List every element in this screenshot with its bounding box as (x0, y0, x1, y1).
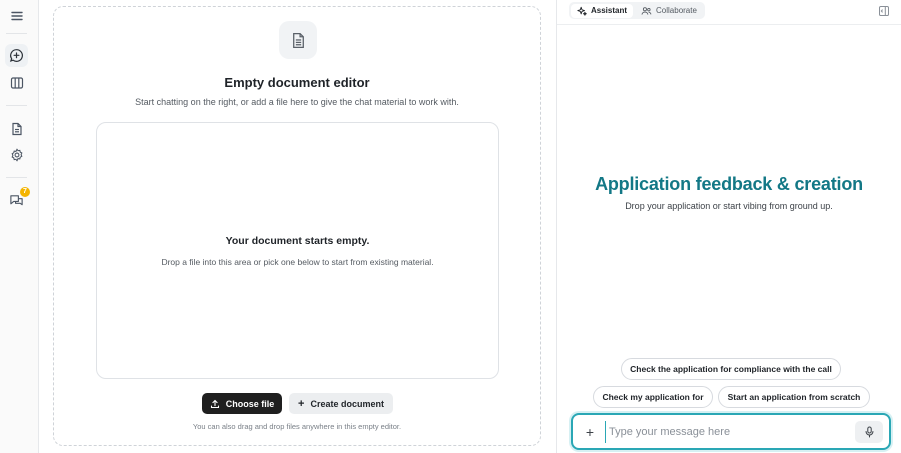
columns-button[interactable] (5, 71, 28, 94)
drop-zone-title: Your document starts empty. (225, 235, 370, 247)
users-icon (641, 6, 652, 15)
editor-hint: You can also drag and drop files anywher… (192, 422, 402, 431)
editor-panel: Empty document editor Start chatting on … (39, 0, 557, 453)
notification-badge: 7 (20, 187, 30, 197)
plus-icon: + (298, 397, 305, 410)
menu-icon (10, 11, 23, 20)
drop-zone-subtitle: Drop a file into this area or pick one b… (161, 257, 434, 267)
message-input[interactable] (609, 421, 849, 443)
chat-header-divider (557, 24, 901, 25)
tab-collaborate-label: Collaborate (656, 6, 697, 15)
chat-tabs: Assistant Collaborate (569, 2, 705, 19)
suggestion-chip[interactable]: Check my application for (593, 386, 713, 408)
tab-assistant-label: Assistant (591, 6, 628, 15)
settings-icon (11, 147, 22, 162)
sparkle-icon (577, 6, 587, 16)
chat-input-box: + (571, 413, 891, 450)
create-document-label: Create document (310, 398, 384, 409)
suggestion-chip[interactable]: Start an application from scratch (718, 386, 870, 408)
columns-icon (10, 76, 23, 89)
documents-button[interactable] (5, 117, 28, 140)
chat-hero-title: Application feedback & creation (595, 174, 863, 194)
voice-input-button[interactable] (855, 421, 883, 443)
editor-subtitle: Start chatting on the right, or add a fi… (135, 97, 459, 107)
suggestion-chip[interactable]: Check the application for compliance wit… (621, 358, 841, 380)
rail-divider (6, 177, 27, 178)
panel-toggle-button[interactable] (878, 4, 890, 16)
tab-assistant[interactable]: Assistant (571, 3, 634, 18)
settings-button[interactable] (5, 143, 28, 166)
editor-dropzone-card[interactable]: Empty document editor Start chatting on … (53, 6, 541, 446)
document-icon (292, 32, 304, 48)
app-root: 7 Empty document editor Start chatting o… (0, 0, 901, 453)
upload-icon (210, 399, 219, 408)
editor-title: Empty document editor (224, 75, 370, 90)
input-cursor-divider (605, 421, 606, 443)
file-drop-zone[interactable]: Your document starts empty. Drop a file … (96, 122, 499, 379)
chat-hero-subtitle: Drop your application or start vibing fr… (625, 201, 833, 211)
tab-collaborate[interactable]: Collaborate (635, 4, 703, 18)
sidebar-toggle-icon (879, 6, 889, 16)
microphone-icon (865, 426, 873, 438)
attach-button[interactable]: + (581, 423, 599, 441)
chat-panel: Assistant Collaborate Application feedba… (557, 0, 901, 453)
rail-divider (6, 105, 27, 106)
left-rail: 7 (0, 0, 39, 453)
rail-divider (6, 33, 27, 34)
new-chat-button[interactable] (5, 44, 28, 67)
choose-file-button[interactable]: Choose file (202, 393, 282, 414)
new-chat-icon (9, 49, 23, 62)
document-icon-tile (279, 21, 317, 59)
create-document-button[interactable]: + Create document (289, 393, 393, 414)
menu-button[interactable] (5, 4, 28, 27)
choose-file-label: Choose file (225, 398, 275, 409)
plus-icon: + (585, 424, 595, 440)
document-icon (11, 122, 22, 135)
